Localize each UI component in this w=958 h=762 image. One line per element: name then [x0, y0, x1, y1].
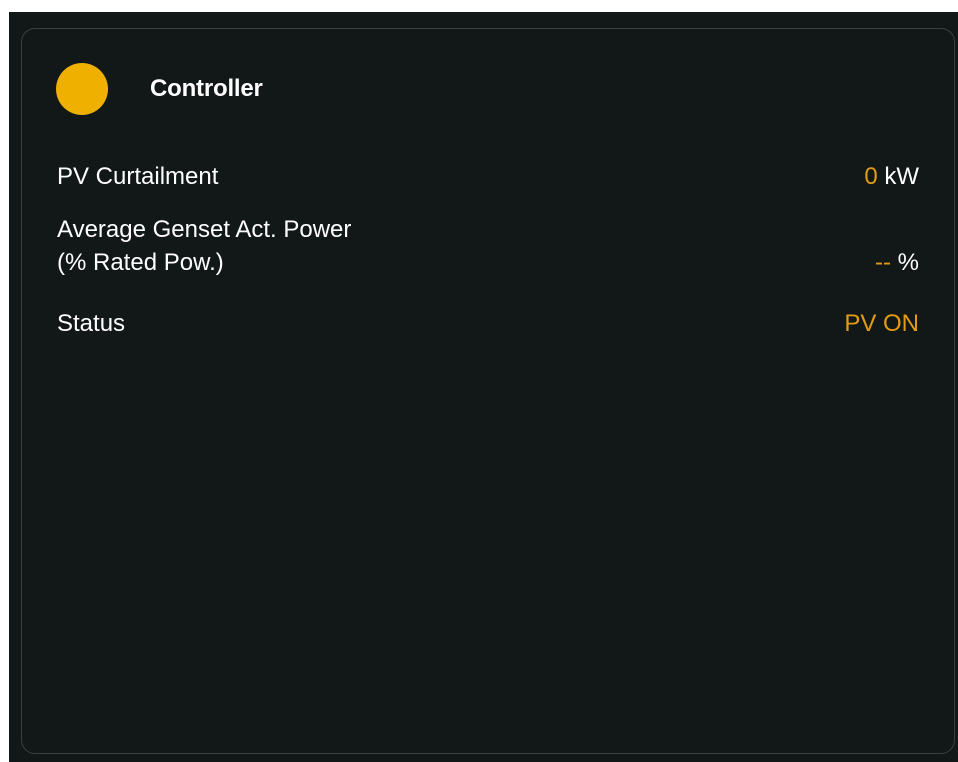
card-title: Controller — [150, 75, 263, 102]
metric-row-status: Status PV ON — [57, 307, 919, 340]
metric-row-genset-power: Average Genset Act. Power (% Rated Pow.)… — [57, 213, 919, 279]
metric-value-group: 0 kW — [864, 160, 919, 193]
metric-value-group: -- % — [875, 246, 919, 279]
card-header: Controller — [56, 63, 263, 115]
metric-value-group: PV ON — [844, 307, 919, 340]
controller-card: Controller PV Curtailment 0 kW Average G… — [21, 28, 955, 754]
panel-frame: Controller PV Curtailment 0 kW Average G… — [9, 12, 958, 762]
metric-unit: % — [897, 249, 919, 276]
metric-label: PV Curtailment — [57, 163, 219, 190]
metric-value: -- — [875, 249, 891, 276]
metric-label: Average Genset Act. Power (% Rated Pow.) — [57, 216, 352, 276]
metric-unit: kW — [884, 163, 919, 190]
status-value: PV ON — [844, 310, 919, 337]
metric-label: Status — [57, 310, 126, 337]
status-dot-icon — [56, 63, 108, 115]
metric-value: 0 — [864, 163, 878, 190]
metric-row-pv-curtailment: PV Curtailment 0 kW — [57, 160, 919, 193]
